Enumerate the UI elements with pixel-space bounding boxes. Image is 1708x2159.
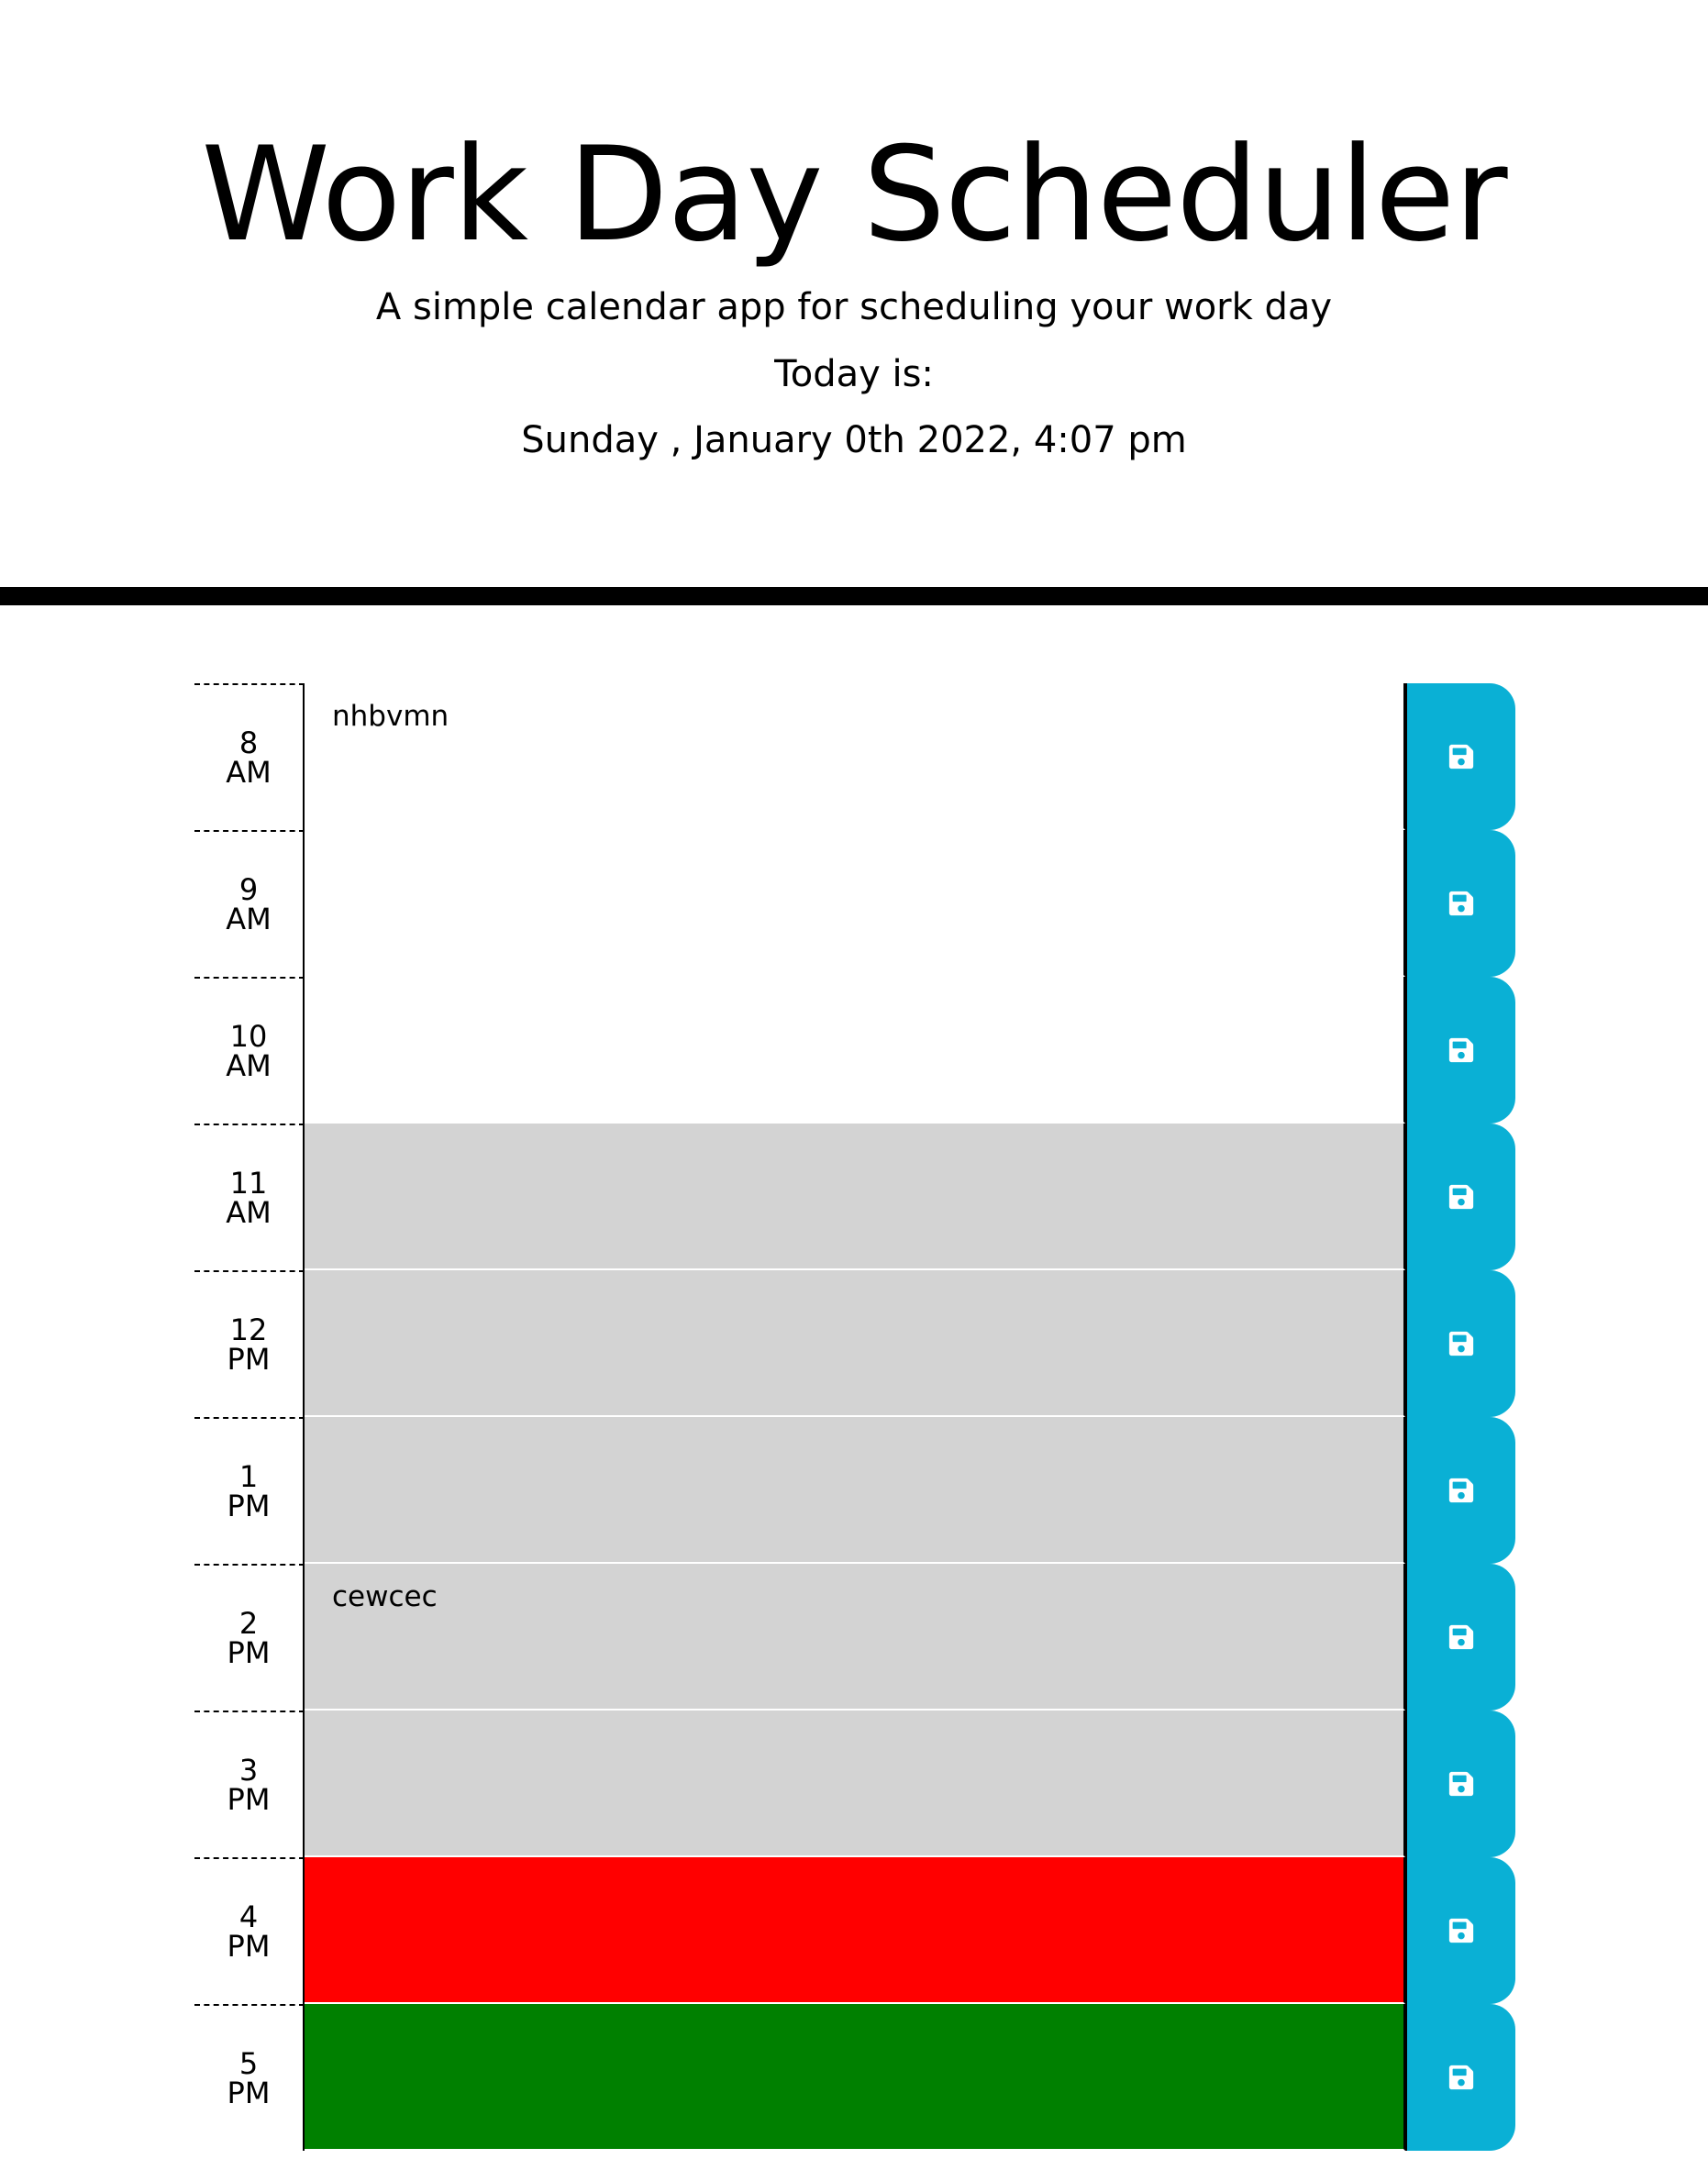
hour-number: 12 xyxy=(229,1312,268,1347)
event-description[interactable] xyxy=(305,977,1405,1124)
hour-period: AM xyxy=(226,902,272,936)
floppy-disk-icon xyxy=(1448,1331,1474,1356)
event-description[interactable] xyxy=(305,1124,1405,1270)
hour-number: 4 xyxy=(238,1899,259,1934)
today-label: Today is: xyxy=(774,353,934,395)
time-block-10am: 10 AM xyxy=(0,977,1708,1124)
hour-number: 1 xyxy=(238,1459,259,1494)
save-button[interactable] xyxy=(1405,1711,1515,1857)
hour-label: 5 PM xyxy=(194,2004,305,2151)
event-description[interactable] xyxy=(305,1417,1405,1564)
time-block-12pm: 12 PM xyxy=(0,1270,1708,1417)
hour-number: 2 xyxy=(238,1606,259,1641)
save-button[interactable] xyxy=(1405,2004,1515,2151)
hour-label: 1 PM xyxy=(194,1417,305,1564)
time-block-11am: 11 AM xyxy=(0,1124,1708,1270)
hour-number: 5 xyxy=(238,2046,259,2081)
floppy-disk-icon xyxy=(1448,1037,1474,1063)
save-button[interactable] xyxy=(1405,977,1515,1124)
floppy-disk-icon xyxy=(1448,1184,1474,1210)
event-description[interactable] xyxy=(305,1270,1405,1417)
hour-number: 3 xyxy=(238,1753,259,1788)
save-button[interactable] xyxy=(1405,830,1515,977)
time-block-8am: 8 AM xyxy=(0,683,1708,830)
time-block-3pm: 3 PM xyxy=(0,1711,1708,1857)
hour-label: 11 AM xyxy=(194,1124,305,1270)
floppy-disk-icon xyxy=(1448,891,1474,916)
hour-period: AM xyxy=(226,1195,272,1230)
hour-period: PM xyxy=(227,1342,271,1377)
hour-label: 10 AM xyxy=(194,977,305,1124)
floppy-disk-icon xyxy=(1448,1771,1474,1797)
hour-label: 8 AM xyxy=(194,683,305,830)
time-block-5pm: 5 PM xyxy=(0,2004,1708,2151)
floppy-disk-icon xyxy=(1448,1624,1474,1650)
floppy-disk-icon xyxy=(1448,2065,1474,2090)
hour-label: 3 PM xyxy=(194,1711,305,1857)
hour-period: PM xyxy=(227,1489,271,1523)
hour-label: 9 AM xyxy=(194,830,305,977)
time-block-2pm: 2 PM xyxy=(0,1564,1708,1711)
header: Work Day Scheduler A simple calendar app… xyxy=(0,0,1708,605)
hour-label: 2 PM xyxy=(194,1564,305,1711)
event-description[interactable] xyxy=(305,2004,1405,2151)
save-button[interactable] xyxy=(1405,1564,1515,1711)
page-title: Work Day Scheduler xyxy=(201,119,1507,271)
event-description[interactable] xyxy=(305,830,1405,977)
hour-period: AM xyxy=(226,755,272,790)
time-block-9am: 9 AM xyxy=(0,830,1708,977)
hour-period: AM xyxy=(226,1048,272,1083)
floppy-disk-icon xyxy=(1448,1918,1474,1943)
hour-number: 9 xyxy=(238,872,259,907)
save-button[interactable] xyxy=(1405,1124,1515,1270)
floppy-disk-icon xyxy=(1448,744,1474,769)
save-button[interactable] xyxy=(1405,1417,1515,1564)
save-button[interactable] xyxy=(1405,1857,1515,2004)
event-description[interactable] xyxy=(305,1857,1405,2004)
time-block-1pm: 1 PM xyxy=(0,1417,1708,1564)
hour-number: 10 xyxy=(229,1019,268,1054)
hour-label: 4 PM xyxy=(194,1857,305,2004)
event-description[interactable] xyxy=(305,1564,1405,1711)
current-date: Sunday , January 0th 2022, 4:07 pm xyxy=(521,419,1187,461)
hour-period: PM xyxy=(227,1782,271,1817)
hour-number: 11 xyxy=(229,1166,268,1201)
save-button[interactable] xyxy=(1405,1270,1515,1417)
hour-number: 8 xyxy=(238,725,259,760)
hour-label: 12 PM xyxy=(194,1270,305,1417)
time-block-4pm: 4 PM xyxy=(0,1857,1708,2004)
event-description[interactable] xyxy=(305,1711,1405,1857)
save-button[interactable] xyxy=(1405,683,1515,830)
hour-period: PM xyxy=(227,2076,271,2110)
page-subtitle: A simple calendar app for scheduling you… xyxy=(375,286,1333,328)
floppy-disk-icon xyxy=(1448,1478,1474,1503)
event-description[interactable] xyxy=(305,683,1405,830)
hour-period: PM xyxy=(227,1635,271,1670)
time-blocks-container: 8 AM 9 AM 10 AM 11 AM xyxy=(0,683,1708,2151)
hour-period: PM xyxy=(227,1929,271,1964)
